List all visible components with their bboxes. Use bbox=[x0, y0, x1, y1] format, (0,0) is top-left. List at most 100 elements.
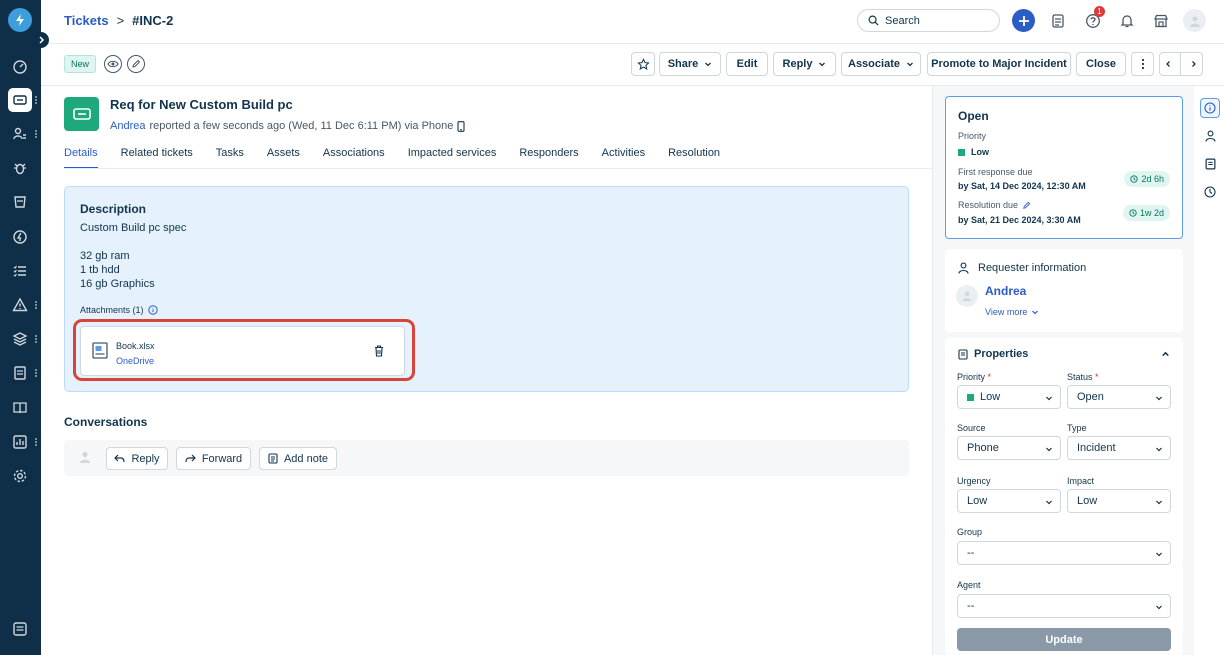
analytics-chart-icon[interactable] bbox=[8, 430, 32, 454]
chevron-down-icon bbox=[819, 62, 826, 67]
dashboard-icon[interactable] bbox=[8, 55, 32, 79]
status-select[interactable]: Open bbox=[1067, 385, 1171, 409]
promote-label: Promote to Major Incident bbox=[931, 58, 1067, 70]
requester-heading-text: Requester information bbox=[978, 262, 1087, 274]
reply-label: Reply bbox=[782, 58, 813, 70]
impact-select[interactable]: Low bbox=[1067, 489, 1171, 513]
add-note-button[interactable]: Add note bbox=[259, 447, 337, 470]
requester-avatar bbox=[956, 285, 978, 307]
source-select[interactable]: Phone bbox=[957, 436, 1061, 460]
attachment-file-name[interactable]: Book.xlsx bbox=[116, 341, 155, 351]
search-icon bbox=[868, 15, 879, 26]
users-icon[interactable] bbox=[8, 122, 32, 146]
group-select[interactable]: -- bbox=[957, 541, 1171, 565]
promote-major-incident-button[interactable]: Promote to Major Incident bbox=[927, 52, 1071, 76]
update-button[interactable]: Update bbox=[957, 628, 1171, 651]
agent-select-value: -- bbox=[967, 600, 975, 612]
notifications-bell-icon[interactable] bbox=[1115, 9, 1138, 32]
tasks-list-icon[interactable] bbox=[8, 259, 32, 283]
requester-name-link[interactable]: Andrea bbox=[985, 284, 1026, 298]
edit-pencil-icon[interactable] bbox=[1022, 201, 1031, 210]
reply-button[interactable]: Reply bbox=[773, 52, 836, 76]
user-avatar-icon[interactable] bbox=[1183, 9, 1206, 32]
timeline-clock-icon[interactable] bbox=[1200, 182, 1220, 202]
view-more-link[interactable]: View more bbox=[985, 307, 1039, 317]
tab-tasks[interactable]: Tasks bbox=[216, 147, 244, 169]
chevron-right-icon[interactable] bbox=[1190, 60, 1198, 68]
delete-trash-icon[interactable] bbox=[374, 345, 384, 357]
urgency-select[interactable]: Low bbox=[957, 489, 1061, 513]
close-ticket-button[interactable]: Close bbox=[1076, 52, 1126, 76]
info-icon[interactable] bbox=[147, 305, 158, 315]
assets-layers-icon[interactable] bbox=[8, 327, 32, 351]
changes-icon[interactable] bbox=[8, 190, 32, 214]
star-button[interactable] bbox=[631, 52, 655, 76]
status-select-value: Open bbox=[1077, 391, 1104, 403]
solutions-book-icon[interactable] bbox=[8, 396, 32, 420]
new-item-plus-icon[interactable] bbox=[1012, 9, 1035, 32]
type-select[interactable]: Incident bbox=[1067, 436, 1171, 460]
priority-indicator bbox=[967, 393, 974, 401]
expand-nav-chevron-icon[interactable] bbox=[33, 32, 49, 48]
tab-resolution[interactable]: Resolution bbox=[668, 147, 720, 169]
collapse-chevron-up-icon[interactable] bbox=[1161, 350, 1170, 359]
chevron-down-icon bbox=[1156, 605, 1162, 610]
tab-impacted-services[interactable]: Impacted services bbox=[408, 147, 497, 169]
help-question-icon[interactable]: 1 bbox=[1081, 6, 1105, 32]
breadcrumb-tickets-link[interactable]: Tickets bbox=[64, 13, 109, 28]
alerts-warning-icon[interactable] bbox=[8, 293, 32, 317]
edit-label: Edit bbox=[736, 58, 758, 70]
edit-button[interactable]: Edit bbox=[726, 52, 768, 76]
first-response-timer: 2d 6h bbox=[1124, 171, 1170, 187]
problems-bug-icon[interactable] bbox=[8, 156, 32, 180]
attachments-label: Attachments (1) bbox=[80, 305, 158, 315]
description-line: 32 gb ram bbox=[80, 250, 130, 262]
tab-details[interactable]: Details bbox=[64, 147, 98, 169]
releases-bolt-icon[interactable] bbox=[8, 225, 32, 249]
edit-pencil-icon[interactable] bbox=[127, 55, 145, 73]
tickets-icon[interactable] bbox=[8, 88, 32, 112]
associate-button[interactable]: Associate bbox=[841, 52, 921, 76]
watch-eye-icon[interactable] bbox=[104, 55, 122, 73]
attachment-card[interactable]: Book.xlsx OneDrive bbox=[80, 326, 405, 376]
tab-divider bbox=[64, 168, 932, 169]
admin-gear-icon[interactable] bbox=[8, 464, 32, 488]
ticket-type-icon bbox=[64, 97, 99, 131]
sidebar-tab-strip bbox=[1194, 86, 1224, 655]
service-catalog-icon[interactable] bbox=[1046, 9, 1069, 32]
resolution-label-row: Resolution due bbox=[958, 200, 1031, 210]
tab-responders[interactable]: Responders bbox=[519, 147, 578, 169]
apps-tray-icon[interactable] bbox=[8, 617, 32, 641]
reply-conversation-button[interactable]: Reply bbox=[106, 447, 168, 470]
properties-heading-text: Properties bbox=[974, 348, 1029, 360]
phone-icon bbox=[457, 120, 465, 132]
attachment-source-link[interactable]: OneDrive bbox=[116, 356, 154, 366]
marketplace-store-icon[interactable] bbox=[1149, 9, 1172, 32]
chevron-left-icon[interactable] bbox=[1164, 60, 1172, 68]
agent-select[interactable]: -- bbox=[957, 594, 1171, 618]
top-header: Tickets > #INC-2 Search 1 bbox=[41, 0, 1224, 44]
tab-associations[interactable]: Associations bbox=[323, 147, 385, 169]
app-logo-icon[interactable] bbox=[8, 8, 32, 32]
requester-card: Requester information Andrea View more bbox=[945, 249, 1183, 332]
tab-assets[interactable]: Assets bbox=[267, 147, 300, 169]
requester-link[interactable]: Andrea bbox=[110, 120, 145, 132]
person-icon bbox=[958, 262, 969, 274]
priority-label: Priority bbox=[958, 131, 987, 141]
search-input[interactable]: Search bbox=[857, 9, 1000, 32]
ticket-toolbar: New Share Edit Reply Associate Promote t… bbox=[41, 44, 1224, 86]
tab-activities[interactable]: Activities bbox=[602, 147, 645, 169]
tab-related-tickets[interactable]: Related tickets bbox=[121, 147, 193, 169]
urgency-field-label: Urgency bbox=[957, 476, 991, 486]
chevron-down-icon bbox=[1032, 310, 1039, 315]
purchase-orders-icon[interactable] bbox=[8, 361, 32, 385]
priority-select[interactable]: Low bbox=[957, 385, 1061, 409]
share-button[interactable]: Share bbox=[659, 52, 721, 76]
ticket-info-icon[interactable] bbox=[1200, 98, 1220, 118]
group-field-label: Group bbox=[957, 527, 983, 537]
more-options-button[interactable] bbox=[1131, 52, 1154, 76]
notes-icon[interactable] bbox=[1200, 154, 1220, 174]
forward-button[interactable]: Forward bbox=[176, 447, 251, 470]
ticket-meta: Andrea reported a few seconds ago (Wed, … bbox=[110, 120, 465, 132]
requester-person-icon[interactable] bbox=[1200, 126, 1220, 146]
